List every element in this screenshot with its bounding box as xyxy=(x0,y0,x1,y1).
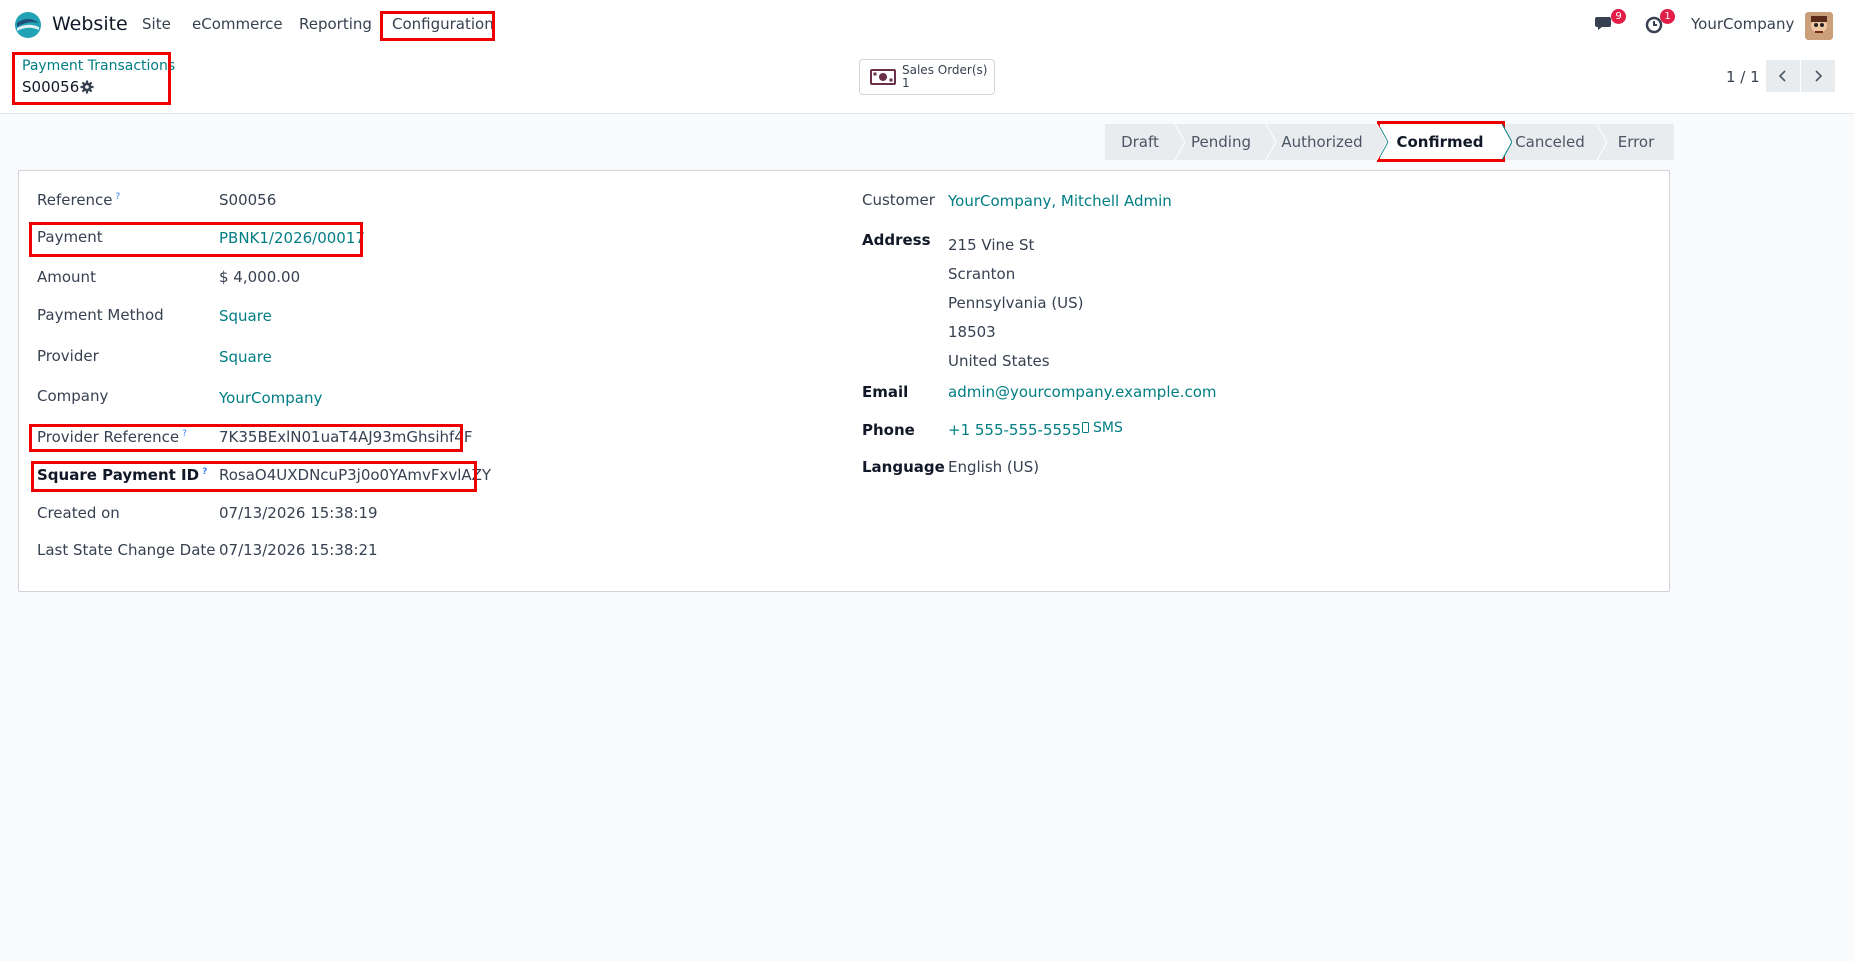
menu-site[interactable]: Site xyxy=(142,15,171,33)
messages-button[interactable]: 9 xyxy=(1594,9,1626,37)
address-state: Pennsylvania (US) xyxy=(948,294,1084,312)
smart-button-count: 1 xyxy=(902,76,910,90)
reference-help-icon[interactable]: ? xyxy=(116,192,121,202)
created-on-label: Created on xyxy=(37,504,120,522)
stage-separator-icon xyxy=(1377,124,1387,160)
chevron-left-icon xyxy=(1778,70,1786,82)
amount-value: $ 4,000.00 xyxy=(219,268,301,286)
provider-link[interactable]: Square xyxy=(219,348,272,366)
customer-link[interactable]: YourCompany, Mitchell Admin xyxy=(948,192,1172,210)
stage-separator-icon xyxy=(1502,124,1512,160)
control-panel: Payment Transactions S00056 Sales Order(… xyxy=(0,50,1854,114)
stage-separator-icon xyxy=(1597,124,1607,160)
menu-configuration[interactable]: Configuration xyxy=(392,15,494,33)
app-logo-icon[interactable] xyxy=(14,11,42,39)
address-country: United States xyxy=(948,352,1050,370)
square-payment-id-help-icon[interactable]: ? xyxy=(202,467,207,477)
gear-icon[interactable] xyxy=(80,80,94,94)
stage-separator-icon xyxy=(1266,124,1276,160)
stage-error[interactable]: Error xyxy=(1598,124,1674,160)
sales-orders-smart-button[interactable]: Sales Order(s) 1 xyxy=(859,59,995,95)
record-title: S00056 xyxy=(22,78,80,96)
payment-label: Payment xyxy=(37,228,103,246)
stage-canceled-label: Canceled xyxy=(1515,133,1585,151)
user-avatar-icon xyxy=(1805,12,1833,40)
address-city: Scranton xyxy=(948,265,1016,283)
provider-reference-label: Provider Reference? xyxy=(37,428,187,446)
address-street: 215 Vine St xyxy=(948,236,1035,254)
breadcrumb-payment-transactions[interactable]: Payment Transactions xyxy=(22,58,175,74)
pager-value[interactable]: 1 / 1 xyxy=(1726,68,1760,86)
phone-label: Phone xyxy=(862,421,915,439)
company-switcher[interactable]: YourCompany xyxy=(1691,15,1794,33)
customer-label: Customer xyxy=(862,191,935,209)
stage-pending-label: Pending xyxy=(1191,133,1251,151)
address-block: 215 Vine St Scranton Pennsylvania (US) 1… xyxy=(948,231,1084,376)
chevron-right-icon xyxy=(1815,70,1823,82)
amount-label: Amount xyxy=(37,268,96,286)
activities-button[interactable]: 1 xyxy=(1643,9,1675,37)
company-label: Company xyxy=(37,387,109,405)
stage-separator-icon xyxy=(1175,124,1185,160)
language-label: Language xyxy=(862,458,945,476)
stage-draft-label: Draft xyxy=(1121,133,1159,151)
address-label: Address xyxy=(862,231,931,249)
provider-label: Provider xyxy=(37,347,99,365)
stage-confirmed-label: Confirmed xyxy=(1396,133,1484,151)
email-link[interactable]: admin@yourcompany.example.com xyxy=(948,383,1217,401)
statusbar: Draft Pending Authorized Confirmed Cance… xyxy=(1105,124,1675,160)
address-zip: 18503 xyxy=(948,323,996,341)
payment-method-link[interactable]: Square xyxy=(219,307,272,325)
square-payment-id-value: RosaO4UXDNcuP3j0o0YAmvFxvlAZY xyxy=(219,466,492,484)
messages-badge: 9 xyxy=(1611,9,1626,24)
last-state-change-value: 07/13/2026 15:38:21 xyxy=(219,541,378,559)
sms-button[interactable]: SMS xyxy=(1082,420,1123,436)
pager-next-button[interactable] xyxy=(1801,60,1835,92)
created-on-value: 07/13/2026 15:38:19 xyxy=(219,504,378,522)
stage-authorized[interactable]: Authorized xyxy=(1267,124,1387,160)
smart-button-label: Sales Order(s) xyxy=(902,63,988,77)
company-link[interactable]: YourCompany xyxy=(219,389,322,407)
menu-ecommerce[interactable]: eCommerce xyxy=(192,15,283,33)
sms-label: SMS xyxy=(1093,420,1123,436)
stage-canceled[interactable]: Canceled xyxy=(1503,124,1607,160)
pager-previous-button[interactable] xyxy=(1766,60,1800,92)
provider-reference-value: 7K35BExlN01uaT4AJ93mGhsihf4F xyxy=(219,428,473,446)
stage-draft[interactable]: Draft xyxy=(1105,124,1185,160)
last-state-change-label: Last State Change Date xyxy=(37,541,216,559)
activities-badge: 1 xyxy=(1660,9,1675,24)
payment-method-label: Payment Method xyxy=(37,306,164,324)
language-value: English (US) xyxy=(948,458,1040,476)
user-avatar[interactable] xyxy=(1805,12,1833,40)
mobile-phone-icon xyxy=(1082,422,1089,433)
square-payment-id-label: Square Payment ID? xyxy=(37,466,208,484)
stage-authorized-label: Authorized xyxy=(1281,133,1363,151)
stage-confirmed[interactable]: Confirmed xyxy=(1378,124,1512,160)
payment-link[interactable]: PBNK1/2026/00017 xyxy=(219,229,365,247)
email-label: Email xyxy=(862,383,909,401)
stage-error-label: Error xyxy=(1617,133,1655,151)
reference-label: Reference? xyxy=(37,191,121,209)
reference-value: S00056 xyxy=(219,191,277,209)
app-name[interactable]: Website xyxy=(52,13,128,35)
top-navbar: Website Site eCommerce Reporting Configu… xyxy=(0,0,1854,50)
money-bill-icon xyxy=(870,69,896,85)
stage-pending[interactable]: Pending xyxy=(1176,124,1276,160)
provider-reference-help-icon[interactable]: ? xyxy=(182,429,187,439)
menu-reporting[interactable]: Reporting xyxy=(299,15,372,33)
phone-link[interactable]: +1 555-555-5555 xyxy=(948,421,1081,439)
form-sheet: Reference? S00056 Payment PBNK1/2026/000… xyxy=(18,170,1670,592)
